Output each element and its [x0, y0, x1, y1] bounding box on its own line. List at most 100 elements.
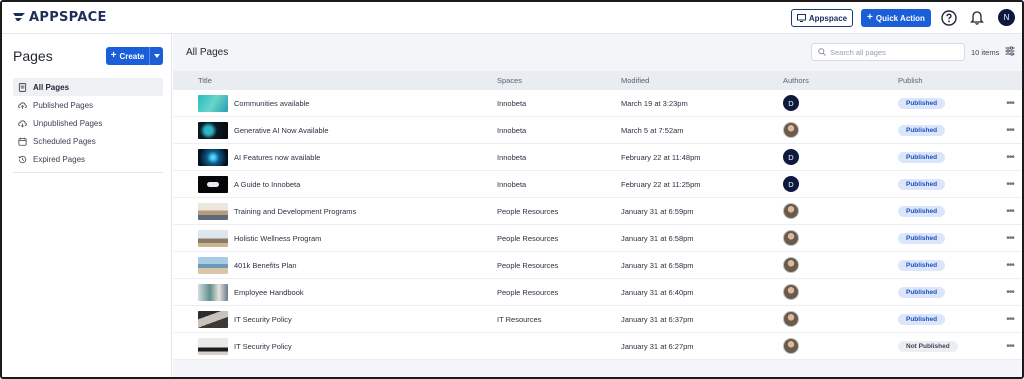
row-space: Innobeta	[497, 125, 527, 135]
page-title: All Pages	[186, 47, 229, 58]
bell-icon[interactable]	[969, 10, 985, 26]
plus-icon: +	[110, 50, 117, 61]
chevron-down-icon	[153, 54, 160, 58]
sidebar-item-published-pages[interactable]: Published Pages	[13, 96, 163, 114]
author-avatar	[783, 257, 799, 273]
sidebar-item-unpublished-pages[interactable]: Unpublished Pages	[13, 114, 163, 132]
main-content: All Pages 10 items Title Spaces Modified…	[173, 34, 1022, 377]
status-badge: Published	[898, 151, 946, 163]
row-title[interactable]: Employee Handbook	[234, 288, 304, 297]
row-title[interactable]: Communities available	[234, 99, 309, 108]
row-space: People Resources	[497, 233, 559, 243]
thumbnail-image	[198, 202, 228, 220]
row-more-menu[interactable]: •••	[998, 125, 1022, 136]
row-space: People Resources	[497, 260, 559, 270]
column-header-modified[interactable]: Modified	[621, 76, 783, 85]
row-title[interactable]: Generative AI Now Available	[234, 126, 329, 135]
row-space: People Resources	[497, 206, 559, 216]
table-row[interactable]: IT Security Policy IT Resources January …	[173, 306, 1022, 333]
sidebar-item-label: Published Pages	[33, 100, 94, 110]
appspace-button[interactable]: Appspace	[791, 9, 853, 27]
status-badge: Published	[898, 232, 946, 244]
plus-icon: +	[867, 12, 873, 23]
row-more-menu[interactable]: •••	[998, 233, 1022, 244]
document-icon	[18, 82, 27, 92]
row-title[interactable]: AI Features now available	[234, 153, 320, 162]
sidebar-title: Pages	[13, 48, 53, 64]
author-avatar: D	[783, 176, 799, 192]
user-avatar[interactable]: N	[998, 9, 1015, 26]
sidebar-item-label: Scheduled Pages	[33, 136, 96, 146]
row-modified: January 31 at 6:40pm	[621, 287, 694, 297]
table-row[interactable]: Holistic Wellness Program People Resourc…	[173, 225, 1022, 252]
row-title[interactable]: Holistic Wellness Program	[234, 234, 321, 243]
author-avatar: D	[783, 95, 799, 111]
top-bar: APPSPACE Appspace + Quick Action N	[2, 2, 1022, 34]
sidebar-item-all-pages[interactable]: All Pages	[13, 78, 163, 96]
row-title[interactable]: A Guide to Innobeta	[234, 180, 300, 189]
row-more-menu[interactable]: •••	[998, 260, 1022, 271]
row-title[interactable]: IT Security Policy	[234, 342, 292, 351]
create-button[interactable]: + Create	[106, 47, 163, 65]
create-dropdown-toggle[interactable]	[150, 54, 163, 58]
column-header-authors[interactable]: Authors	[783, 76, 898, 85]
status-badge: Published	[898, 178, 946, 190]
row-modified: January 31 at 6:59pm	[621, 206, 694, 216]
table-row[interactable]: AI Features now available Innobeta Febru…	[173, 144, 1022, 171]
quick-action-button[interactable]: + Quick Action	[861, 9, 931, 27]
thumbnail-image	[198, 94, 228, 112]
author-avatar	[783, 230, 799, 246]
table-row[interactable]: IT Security Policy January 31 at 6:27pm …	[173, 333, 1022, 360]
row-space: Innobeta	[497, 152, 527, 162]
sidebar-item-scheduled-pages[interactable]: Scheduled Pages	[13, 132, 163, 150]
thumbnail-image	[198, 337, 228, 355]
row-more-menu[interactable]: •••	[998, 206, 1022, 217]
row-modified: March 19 at 3:23pm	[621, 98, 688, 108]
author-avatar	[783, 122, 799, 138]
row-more-menu[interactable]: •••	[998, 287, 1022, 298]
author-avatar	[783, 338, 799, 354]
sidebar-item-label: All Pages	[33, 82, 70, 92]
row-more-menu[interactable]: •••	[998, 179, 1022, 190]
row-space: Innobeta	[497, 179, 527, 189]
table-row[interactable]: Employee Handbook People Resources Janua…	[173, 279, 1022, 306]
appspace-logo[interactable]: APPSPACE	[12, 10, 107, 25]
status-badge: Not Published	[898, 340, 958, 352]
sidebar-nav: All Pages Published Pages Unpublished Pa…	[13, 78, 163, 173]
row-title[interactable]: 401k Benefits Plan	[234, 261, 297, 270]
status-badge: Published	[898, 286, 946, 298]
filter-settings-icon[interactable]	[1005, 46, 1015, 56]
status-badge: Published	[898, 259, 946, 271]
sidebar-item-label: Expired Pages	[33, 154, 86, 164]
row-more-menu[interactable]: •••	[998, 314, 1022, 325]
table-row[interactable]: Communities available Innobeta March 19 …	[173, 90, 1022, 117]
row-more-menu[interactable]: •••	[998, 152, 1022, 163]
sidebar: Pages + Create All Pages Published Pages…	[2, 34, 172, 377]
table-row[interactable]: 401k Benefits Plan People Resources Janu…	[173, 252, 1022, 279]
thumbnail-image	[198, 283, 228, 301]
row-modified: February 22 at 11:25pm	[621, 179, 701, 189]
row-more-menu[interactable]: •••	[998, 341, 1022, 352]
appspace-button-label: Appspace	[808, 13, 848, 23]
help-icon[interactable]	[941, 10, 957, 26]
status-badge: Published	[898, 205, 946, 217]
row-modified: January 31 at 6:37pm	[621, 314, 694, 324]
column-header-publish[interactable]: Publish	[898, 76, 998, 85]
table-row[interactable]: Generative AI Now Available Innobeta Mar…	[173, 117, 1022, 144]
create-button-label: Create	[119, 51, 145, 61]
thumbnail-image	[198, 229, 228, 247]
row-title[interactable]: IT Security Policy	[234, 315, 292, 324]
sidebar-item-expired-pages[interactable]: Expired Pages	[13, 150, 163, 168]
table-row[interactable]: A Guide to Innobeta Innobeta February 22…	[173, 171, 1022, 198]
search-input[interactable]	[830, 47, 955, 57]
column-header-spaces[interactable]: Spaces	[497, 76, 621, 85]
search-box[interactable]	[811, 43, 965, 61]
row-space: IT Resources	[497, 314, 542, 324]
row-more-menu[interactable]: •••	[998, 98, 1022, 109]
table-row[interactable]: Training and Development Programs People…	[173, 198, 1022, 225]
search-icon	[818, 48, 826, 56]
column-header-title[interactable]: Title	[173, 76, 497, 85]
row-space: Innobeta	[497, 98, 527, 108]
author-avatar	[783, 284, 799, 300]
row-title[interactable]: Training and Development Programs	[234, 207, 356, 216]
